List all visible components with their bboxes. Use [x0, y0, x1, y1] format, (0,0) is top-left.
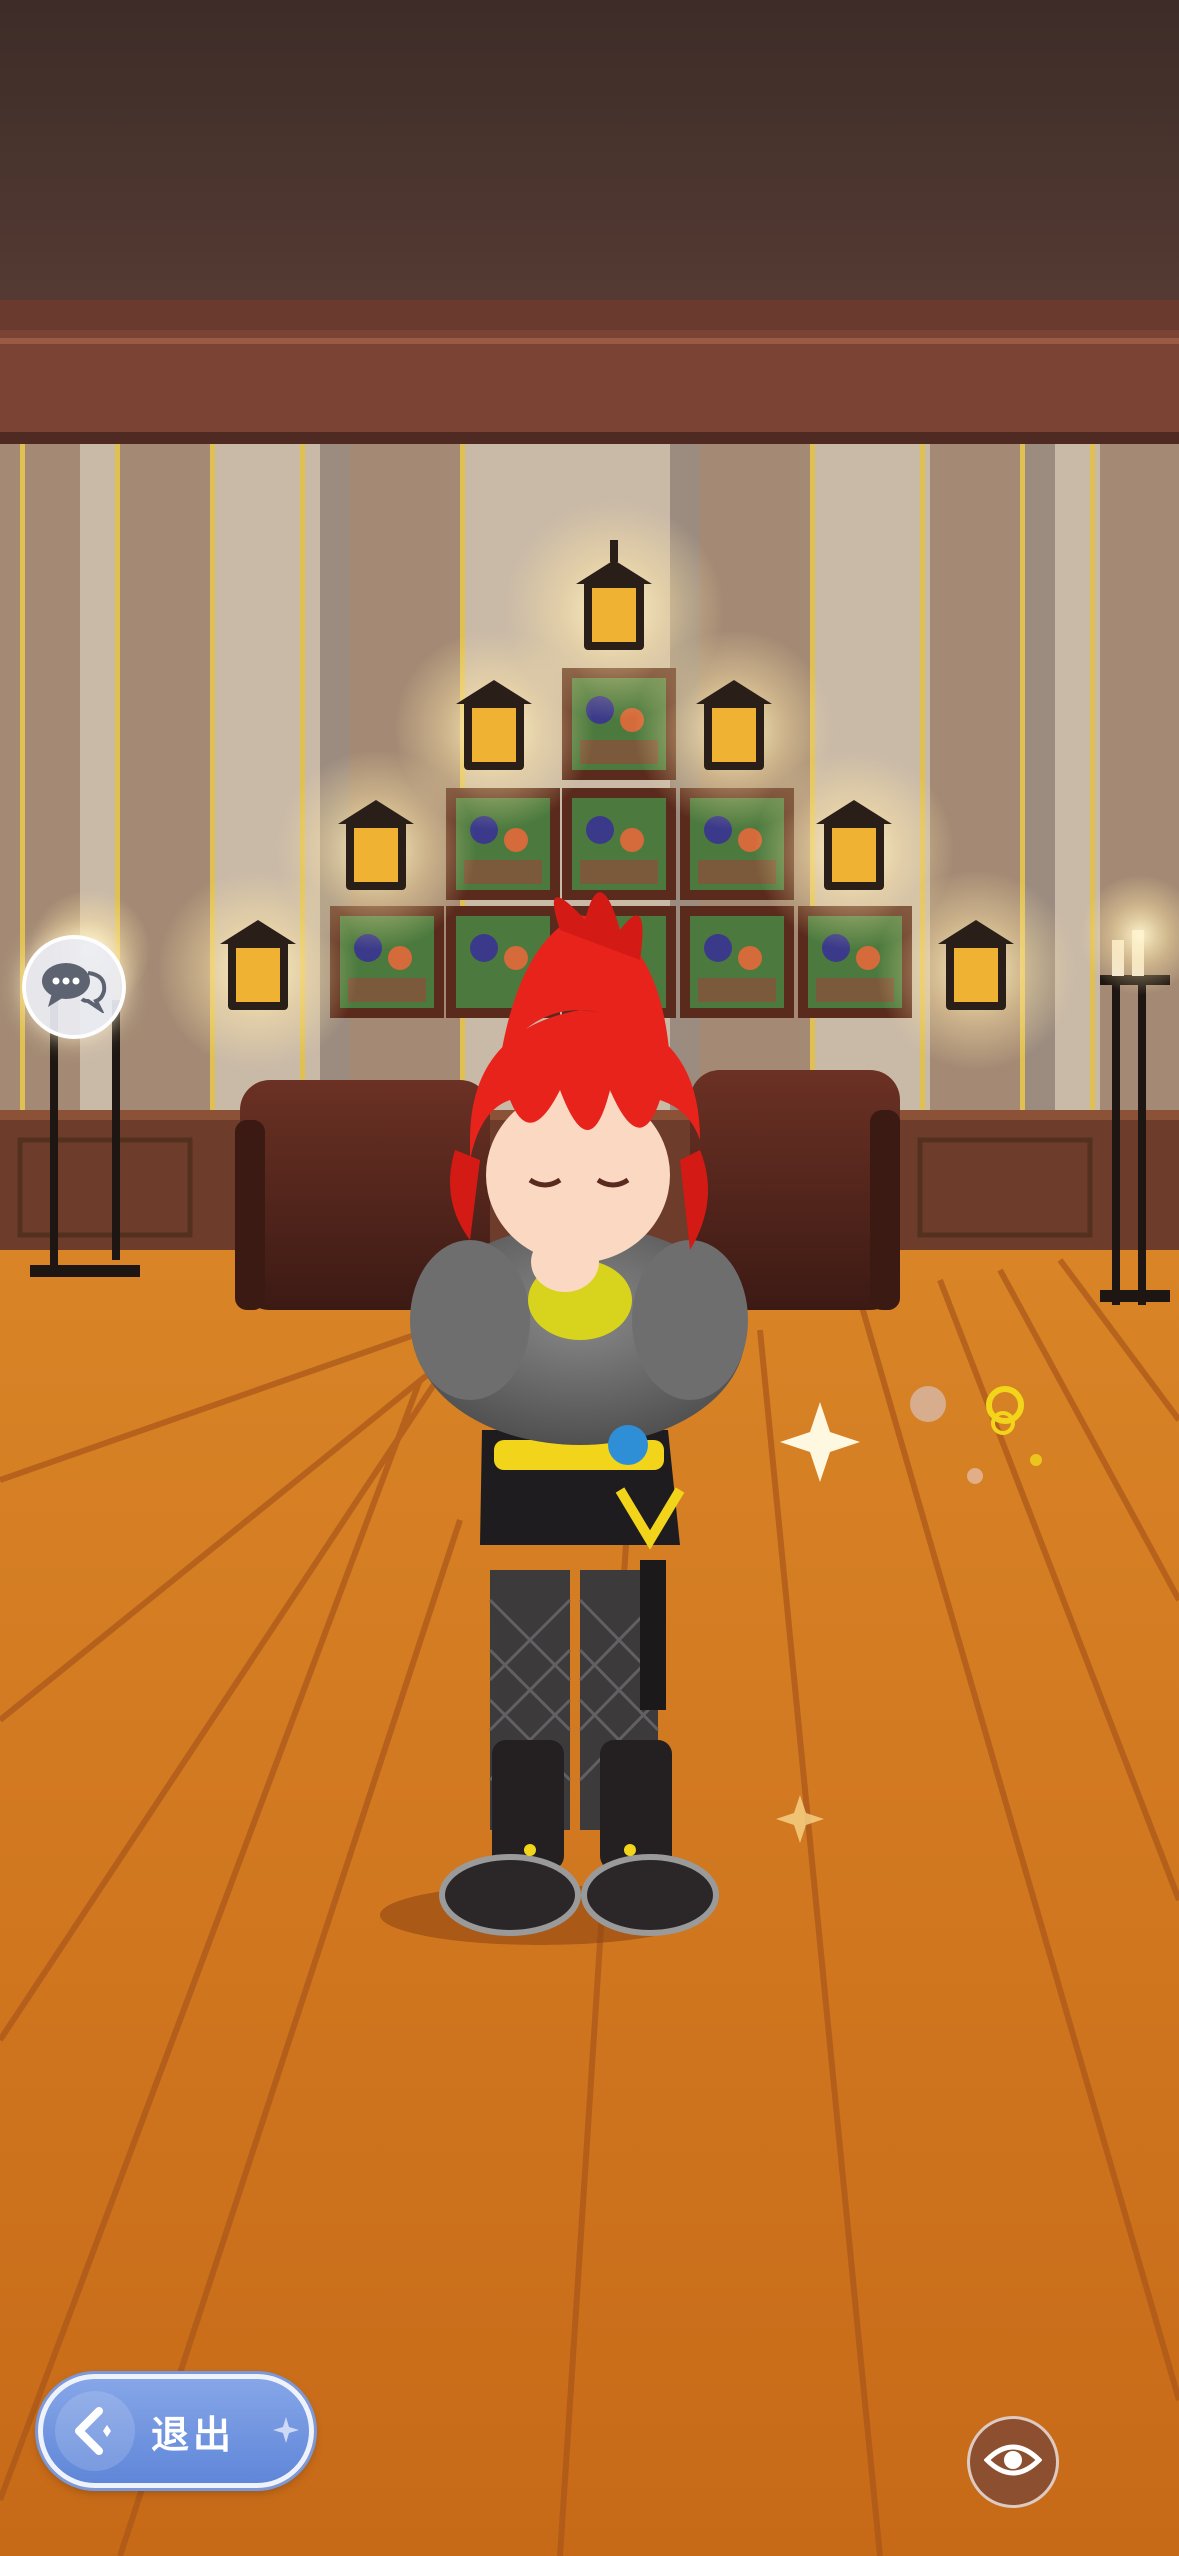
sparkle-icon	[271, 2415, 301, 2450]
eye-icon	[983, 2440, 1043, 2485]
ceiling-beam	[0, 300, 1179, 330]
view-toggle-button[interactable]	[967, 2416, 1059, 2508]
chat-button[interactable]	[22, 935, 126, 1039]
exit-label: 退出	[151, 2414, 236, 2457]
back-arrow-icon	[55, 2391, 135, 2471]
exit-button[interactable]: 退出	[38, 2374, 314, 2488]
game-scene	[0, 0, 1179, 2556]
ceiling	[0, 0, 1179, 310]
chat-bubbles-icon	[40, 957, 108, 1018]
